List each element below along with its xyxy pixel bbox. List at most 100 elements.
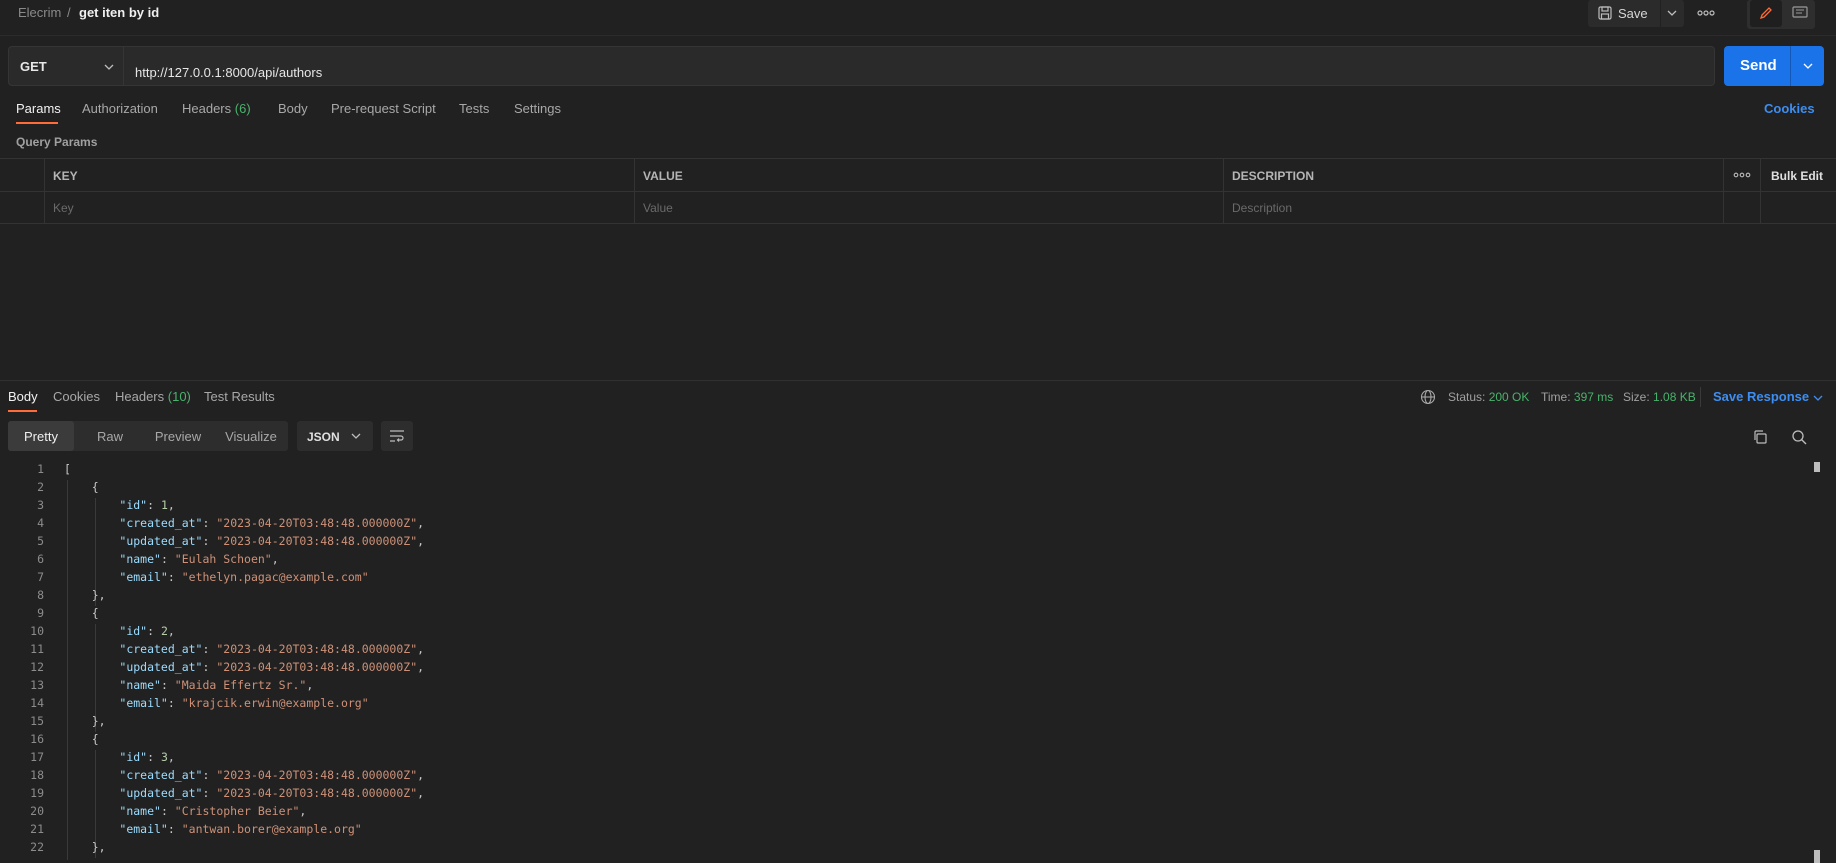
json-punctuation: : [147, 624, 161, 638]
url-input[interactable] [123, 46, 1715, 86]
code-line: 11 "created_at": "2023-04-20T03:48:48.00… [0, 642, 1800, 660]
code-line: 4 "created_at": "2023-04-20T03:48:48.000… [0, 516, 1800, 534]
json-key: "id" [119, 624, 148, 638]
json-value: "ethelyn.pagac@example.com" [181, 570, 369, 584]
line-number: 19 [30, 786, 44, 800]
format-select[interactable]: JSON [297, 421, 373, 451]
response-tab-test-results[interactable]: Test Results [204, 389, 275, 404]
key-input[interactable]: Key [53, 201, 74, 215]
json-punctuation: : [202, 642, 217, 656]
json-punctuation: : [167, 822, 182, 836]
column-header-key: KEY [53, 169, 78, 183]
tab-body[interactable]: Body [278, 101, 308, 116]
wrap-lines-button[interactable] [381, 421, 413, 451]
code-line: 20 "name": "Cristopher Beier", [0, 804, 1800, 822]
breadcrumb-separator: / [67, 5, 71, 20]
save-label: Save [1618, 6, 1648, 21]
bulk-edit-button[interactable]: Bulk Edit [1771, 169, 1823, 183]
chevron-down-icon [104, 63, 114, 71]
json-key: "email" [119, 696, 168, 710]
pane-splitter[interactable] [0, 380, 1836, 381]
copy-icon[interactable] [1752, 429, 1768, 445]
save-divider [1660, 0, 1661, 27]
editor-scrollbar[interactable] [1812, 462, 1822, 863]
json-key: "updated_at" [119, 786, 203, 800]
json-punctuation: , [167, 750, 175, 764]
size-value: 1.08 KB [1653, 390, 1696, 404]
json-punctuation: { [64, 732, 99, 746]
view-raw-button[interactable]: Raw [80, 421, 140, 451]
send-button[interactable]: Send [1724, 46, 1824, 86]
more-options-icon[interactable] [1694, 3, 1718, 23]
comment-icon[interactable] [1792, 6, 1808, 20]
json-key: "created_at" [119, 768, 203, 782]
chevron-down-icon[interactable] [1667, 9, 1677, 17]
json-punctuation [64, 570, 119, 584]
globe-icon[interactable] [1420, 389, 1436, 405]
code-line: 1[ [0, 462, 1800, 480]
column-divider [634, 159, 635, 224]
response-tab-cookies[interactable]: Cookies [53, 389, 100, 404]
json-punctuation: , [417, 660, 425, 674]
chevron-down-icon[interactable] [1803, 62, 1813, 70]
json-value: 2 [160, 624, 168, 638]
json-value: "krajcik.erwin@example.org" [181, 696, 369, 710]
search-icon[interactable] [1791, 429, 1807, 445]
code-text: "created_at": "2023-04-20T03:48:48.00000… [64, 516, 424, 530]
view-mode-group: Pretty Raw Preview Visualize [8, 421, 288, 451]
tab-params[interactable]: Params [16, 101, 61, 116]
save-button[interactable]: Save [1588, 0, 1684, 27]
query-params-title: Query Params [16, 135, 98, 149]
json-value: 3 [160, 750, 168, 764]
json-punctuation: : [202, 516, 217, 530]
description-input[interactable]: Description [1232, 201, 1292, 215]
line-number: 11 [30, 642, 44, 656]
value-input[interactable]: Value [643, 201, 673, 215]
breadcrumb-collection[interactable]: Elecrim [18, 5, 61, 20]
edit-mode-button[interactable] [1750, 0, 1782, 27]
json-key: "email" [119, 570, 168, 584]
code-text: "name": "Maida Effertz Sr.", [64, 678, 313, 692]
save-icon [1598, 6, 1612, 20]
code-text: "id": 1, [64, 498, 174, 512]
line-number: 7 [37, 570, 44, 584]
json-key: "id" [119, 498, 148, 512]
line-number: 2 [37, 480, 44, 494]
tab-tests[interactable]: Tests [459, 101, 489, 116]
code-line: 22 }, [0, 840, 1800, 858]
line-number: 17 [30, 750, 44, 764]
tab-settings[interactable]: Settings [514, 101, 561, 116]
column-divider [44, 159, 45, 224]
send-label: Send [1740, 57, 1777, 74]
json-value: "2023-04-20T03:48:48.000000Z" [216, 516, 418, 530]
response-tab-headers[interactable]: Headers (10) [115, 389, 191, 404]
response-body-editor[interactable]: 1[2 {3 "id": 1, 4 "created_at": "2023-04-… [0, 462, 1810, 863]
scrollbar-thumb[interactable] [1814, 462, 1820, 472]
view-preview-button[interactable]: Preview [144, 421, 212, 451]
more-options-icon[interactable] [1731, 167, 1753, 183]
view-visualize-button[interactable]: Visualize [216, 421, 286, 451]
cookies-link[interactable]: Cookies [1764, 101, 1815, 116]
line-number: 22 [30, 840, 44, 854]
tab-headers-count: (6) [234, 101, 251, 116]
save-response-button[interactable]: Save Response [1713, 389, 1823, 404]
code-line: 10 "id": 2, [0, 624, 1800, 642]
code-line: 12 "updated_at": "2023-04-20T03:48:48.00… [0, 660, 1800, 678]
code-text: "id": 3, [64, 750, 175, 764]
tab-headers[interactable]: Headers (6) [182, 101, 251, 116]
tab-pre-request-script[interactable]: Pre-request Script [331, 101, 436, 116]
response-tab-body[interactable]: Body [8, 389, 38, 404]
json-punctuation [64, 678, 119, 692]
tab-authorization[interactable]: Authorization [82, 101, 158, 116]
method-select[interactable]: GET [8, 46, 124, 86]
json-punctuation: : [160, 804, 175, 818]
code-text: "created_at": "2023-04-20T03:48:48.00000… [64, 768, 424, 782]
view-pretty-button[interactable]: Pretty [8, 421, 74, 451]
json-punctuation [64, 822, 119, 836]
json-punctuation [64, 750, 119, 764]
json-punctuation: : [202, 660, 217, 674]
request-title[interactable]: get iten by id [79, 5, 159, 20]
response-status: Status: 200 OK [1448, 390, 1529, 404]
json-punctuation: : [167, 696, 182, 710]
json-key: "created_at" [119, 642, 203, 656]
